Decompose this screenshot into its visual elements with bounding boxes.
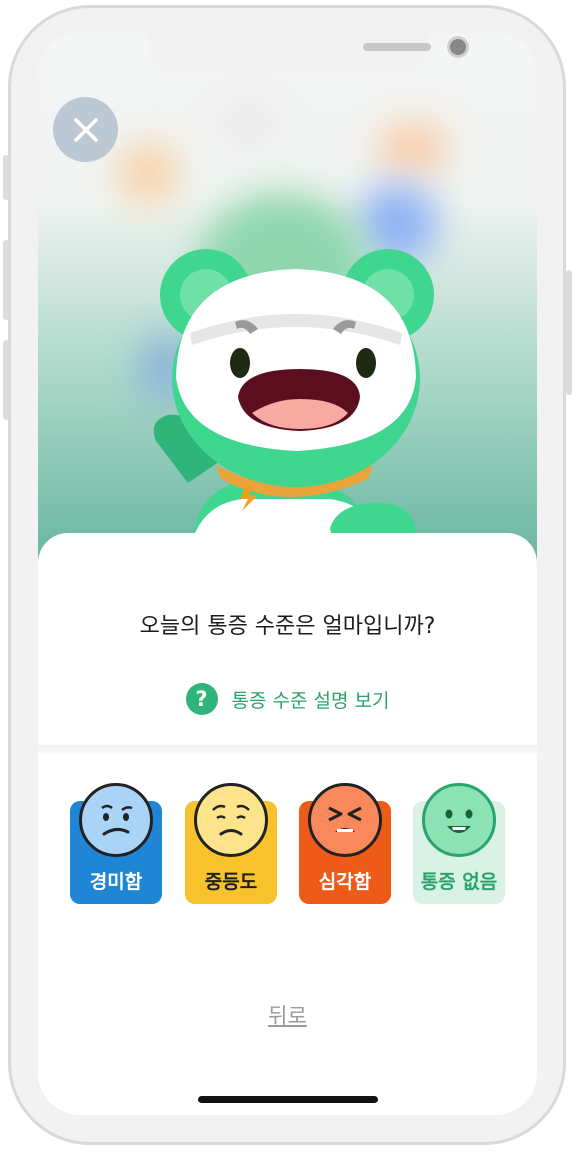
help-link[interactable]: ? 통증 수준 설명 보기 xyxy=(38,683,537,715)
speaker-grille xyxy=(363,43,431,51)
close-button[interactable] xyxy=(53,97,118,162)
pain-level-moderate[interactable]: 중등도 xyxy=(185,783,277,904)
help-link-label: 통증 수준 설명 보기 xyxy=(231,689,390,712)
pain-question: 오늘의 통증 수준은 얼마입니까? xyxy=(139,614,436,639)
back-link[interactable]: 뒤로 xyxy=(38,1000,537,1030)
pain-level-none[interactable]: 통증 없음 xyxy=(413,783,505,904)
pain-level-label: 경미함 xyxy=(89,871,143,893)
device-notch xyxy=(148,33,469,73)
pain-level-mild[interactable]: 경미함 xyxy=(70,783,162,904)
phone-side-button xyxy=(566,270,572,395)
close-icon xyxy=(73,117,98,142)
app-screen: 오늘의 통증 수준은 얼마입니까? ? 통증 수준 설명 보기 경미함 중등도 … xyxy=(38,33,537,1115)
pain-level-sheet: 오늘의 통증 수준은 얼마입니까? ? 통증 수준 설명 보기 경미함 중등도 … xyxy=(38,533,537,1115)
pain-level-severe[interactable]: 심각함 xyxy=(299,783,391,904)
face-distressed-icon xyxy=(308,783,382,857)
phone-side-button xyxy=(3,155,9,200)
divider xyxy=(38,745,537,755)
face-worried-icon xyxy=(79,783,153,857)
front-camera xyxy=(447,36,469,58)
pain-level-label: 중등도 xyxy=(204,871,258,893)
phone-side-button xyxy=(3,240,9,320)
phone-side-button xyxy=(3,340,9,420)
face-uncomfortable-icon xyxy=(194,783,268,857)
pain-level-label: 통증 없음 xyxy=(420,871,498,893)
home-indicator[interactable] xyxy=(198,1096,378,1103)
help-icon: ? xyxy=(185,683,218,715)
pain-level-label: 심각함 xyxy=(318,871,372,893)
face-smiling-icon xyxy=(422,783,496,857)
